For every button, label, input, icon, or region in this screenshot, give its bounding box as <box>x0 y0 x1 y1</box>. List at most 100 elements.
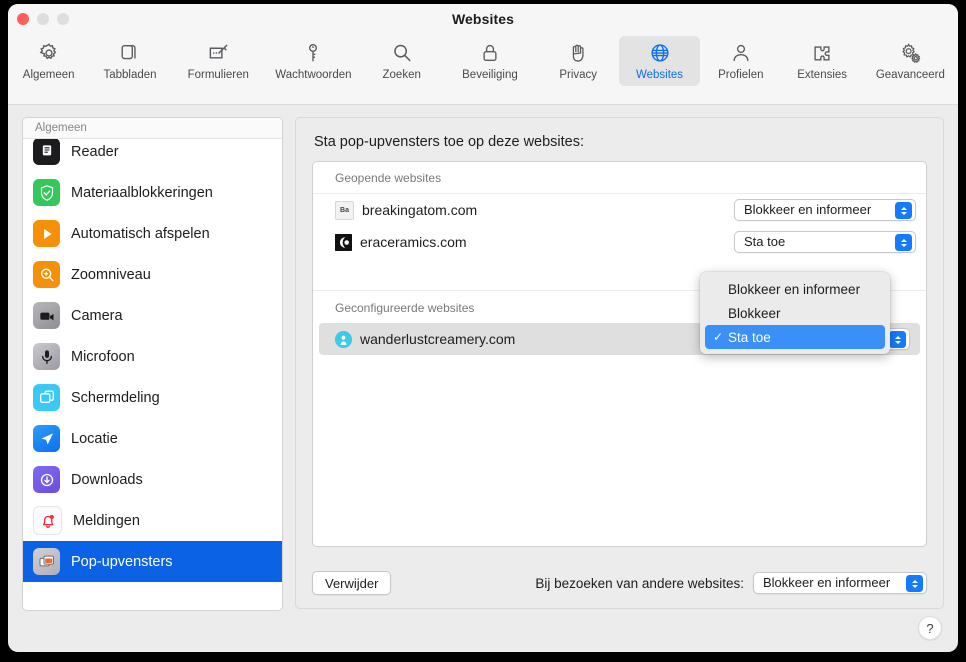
toolbar-item-extensies[interactable]: Extensies <box>781 36 862 86</box>
popup-menu[interactable]: Blokkeer en informeer Blokkeer ✓ Sta toe <box>700 272 890 354</box>
menu-item-sta-toe[interactable]: ✓ Sta toe <box>705 325 885 349</box>
gear-icon <box>36 40 62 66</box>
table-row[interactable]: Ba breakingatom.com Blokkeer en informee… <box>313 194 926 226</box>
sidebar-item-downloads[interactable]: Downloads <box>23 459 282 500</box>
lock-icon <box>477 40 503 66</box>
toolbar-item-algemeen[interactable]: Algemeen <box>8 36 89 86</box>
sidebar-item-label: Materiaalblokkeringen <box>71 185 213 201</box>
sidebar-item-label: Automatisch afspelen <box>71 226 210 242</box>
sidebar-item-zoomniveau[interactable]: Zoomniveau <box>23 254 282 295</box>
pane-bottom-bar: Verwijder Bij bezoeken van andere websit… <box>312 571 927 595</box>
sidebar-item-microfoon[interactable]: Microfoon <box>23 336 282 377</box>
sidebar-item-label: Downloads <box>71 472 143 488</box>
popup-button-eraceramics[interactable]: Sta toe <box>734 231 916 253</box>
group-header-open-websites: Geopende websites <box>313 162 926 194</box>
wanderlustcreamery-favicon <box>335 331 352 348</box>
sidebar-list[interactable]: Reader Materiaalblokkeringen Automatisch… <box>23 139 282 610</box>
tabs-icon <box>117 40 143 66</box>
bell-icon <box>33 506 62 535</box>
sidebar-item-label: Camera <box>71 308 123 324</box>
chevron-updown-icon <box>889 331 906 348</box>
play-icon <box>33 220 60 247</box>
toolbar-item-tabbladen[interactable]: Tabbladen <box>89 36 170 86</box>
preferences-window: Websites Algemeen Tabbladen <box>8 4 958 652</box>
toolbar-item-websites[interactable]: Websites <box>619 36 700 86</box>
site-name: eraceramics.com <box>360 234 467 250</box>
sidebar-item-meldingen[interactable]: Meldingen <box>23 500 282 541</box>
other-websites-label: Bij bezoeken van andere websites: <box>535 576 744 591</box>
remove-button[interactable]: Verwijder <box>312 571 391 595</box>
toolbar-item-formulieren[interactable]: Formulieren <box>171 36 266 86</box>
chevron-updown-icon <box>895 234 912 251</box>
menu-item-blokkeer-en-informeer[interactable]: Blokkeer en informeer <box>705 277 885 301</box>
person-icon <box>728 40 754 66</box>
title-bar: Websites <box>8 4 958 34</box>
window-title: Websites <box>8 11 958 27</box>
popup-button-breakingatom[interactable]: Blokkeer en informeer <box>734 199 916 221</box>
breakingatom-favicon: Ba <box>335 201 354 220</box>
toolbar-item-label: Formulieren <box>188 69 249 82</box>
menu-item-label: Sta toe <box>728 330 771 345</box>
toolbar-item-zoeken[interactable]: Zoeken <box>361 36 442 86</box>
sidebar-item-materiaalblokkeringen[interactable]: Materiaalblokkeringen <box>23 172 282 213</box>
toolbar-item-label: Websites <box>636 69 683 82</box>
menu-item-label: Blokkeer <box>728 306 781 321</box>
menu-item-label: Blokkeer en informeer <box>728 282 860 297</box>
sidebar-item-camera[interactable]: Camera <box>23 295 282 336</box>
site-name: breakingatom.com <box>362 202 477 218</box>
toolbar-item-label: Wachtwoorden <box>275 69 351 82</box>
menu-item-blokkeer[interactable]: Blokkeer <box>705 301 885 325</box>
popup-button-other-websites[interactable]: Blokkeer en informeer <box>753 572 927 594</box>
table-row[interactable]: eraceramics.com Sta toe <box>313 226 926 258</box>
toolbar-item-label: Profielen <box>718 69 763 82</box>
websites-sidebar: Algemeen Reader Materiaalblokkeringen <box>22 117 283 611</box>
preferences-toolbar: Algemeen Tabbladen <box>8 34 958 105</box>
eraceramics-favicon <box>335 234 352 251</box>
toolbar-item-label: Beveiliging <box>462 69 518 82</box>
sidebar-item-label: Reader <box>71 144 119 160</box>
sidebar-item-label: Zoomniveau <box>71 267 151 283</box>
microphone-icon <box>33 343 60 370</box>
window-footer: ? <box>8 604 958 652</box>
toolbar-item-label: Zoeken <box>383 69 421 82</box>
popup-windows-icon <box>33 548 60 575</box>
site-name: wanderlustcreamery.com <box>360 331 515 347</box>
websites-list[interactable]: Geopende websites Ba breakingatom.com Bl… <box>312 161 927 547</box>
toolbar-item-wachtwoorden[interactable]: Wachtwoorden <box>266 36 361 86</box>
chevron-updown-icon <box>906 575 923 592</box>
key-icon <box>300 40 326 66</box>
toolbar-item-label: Tabbladen <box>103 69 156 82</box>
gears-icon <box>897 40 923 66</box>
checkmark-icon: ✓ <box>713 330 728 344</box>
help-button[interactable]: ? <box>918 616 942 640</box>
globe-icon <box>647 40 673 66</box>
toolbar-item-profielen[interactable]: Profielen <box>700 36 781 86</box>
popup-value: Sta toe <box>744 232 785 252</box>
toolbar-item-beveiliging[interactable]: Beveiliging <box>442 36 537 86</box>
hand-icon <box>565 40 591 66</box>
puzzle-icon <box>809 40 835 66</box>
sidebar-item-reader[interactable]: Reader <box>23 139 282 172</box>
sidebar-item-schermdeling[interactable]: Schermdeling <box>23 377 282 418</box>
sidebar-item-locatie[interactable]: Locatie <box>23 418 282 459</box>
sidebar-item-label: Locatie <box>71 431 118 447</box>
sidebar-item-automatisch-afspelen[interactable]: Automatisch afspelen <box>23 213 282 254</box>
toolbar-item-label: Extensies <box>797 69 847 82</box>
sidebar-item-label: Schermdeling <box>71 390 160 406</box>
sidebar-item-label: Meldingen <box>73 513 140 529</box>
camera-icon <box>33 302 60 329</box>
zoom-icon <box>33 261 60 288</box>
screen-share-icon <box>33 384 60 411</box>
toolbar-item-geavanceerd[interactable]: Geavanceerd <box>863 36 958 86</box>
reader-icon <box>33 139 60 165</box>
chevron-updown-icon <box>895 202 912 219</box>
popup-value: Blokkeer en informeer <box>744 200 871 220</box>
toolbar-item-label: Privacy <box>559 69 597 82</box>
toolbar-item-label: Algemeen <box>23 69 75 82</box>
toolbar-item-privacy[interactable]: Privacy <box>538 36 619 86</box>
sidebar-item-label: Microfoon <box>71 349 135 365</box>
form-pencil-icon <box>205 40 231 66</box>
websites-detail-pane: Sta pop-upvensters toe op deze websites:… <box>295 117 944 609</box>
sidebar-item-label: Pop-upvensters <box>71 554 173 570</box>
sidebar-item-pop-upvensters[interactable]: Pop-upvensters <box>23 541 282 582</box>
